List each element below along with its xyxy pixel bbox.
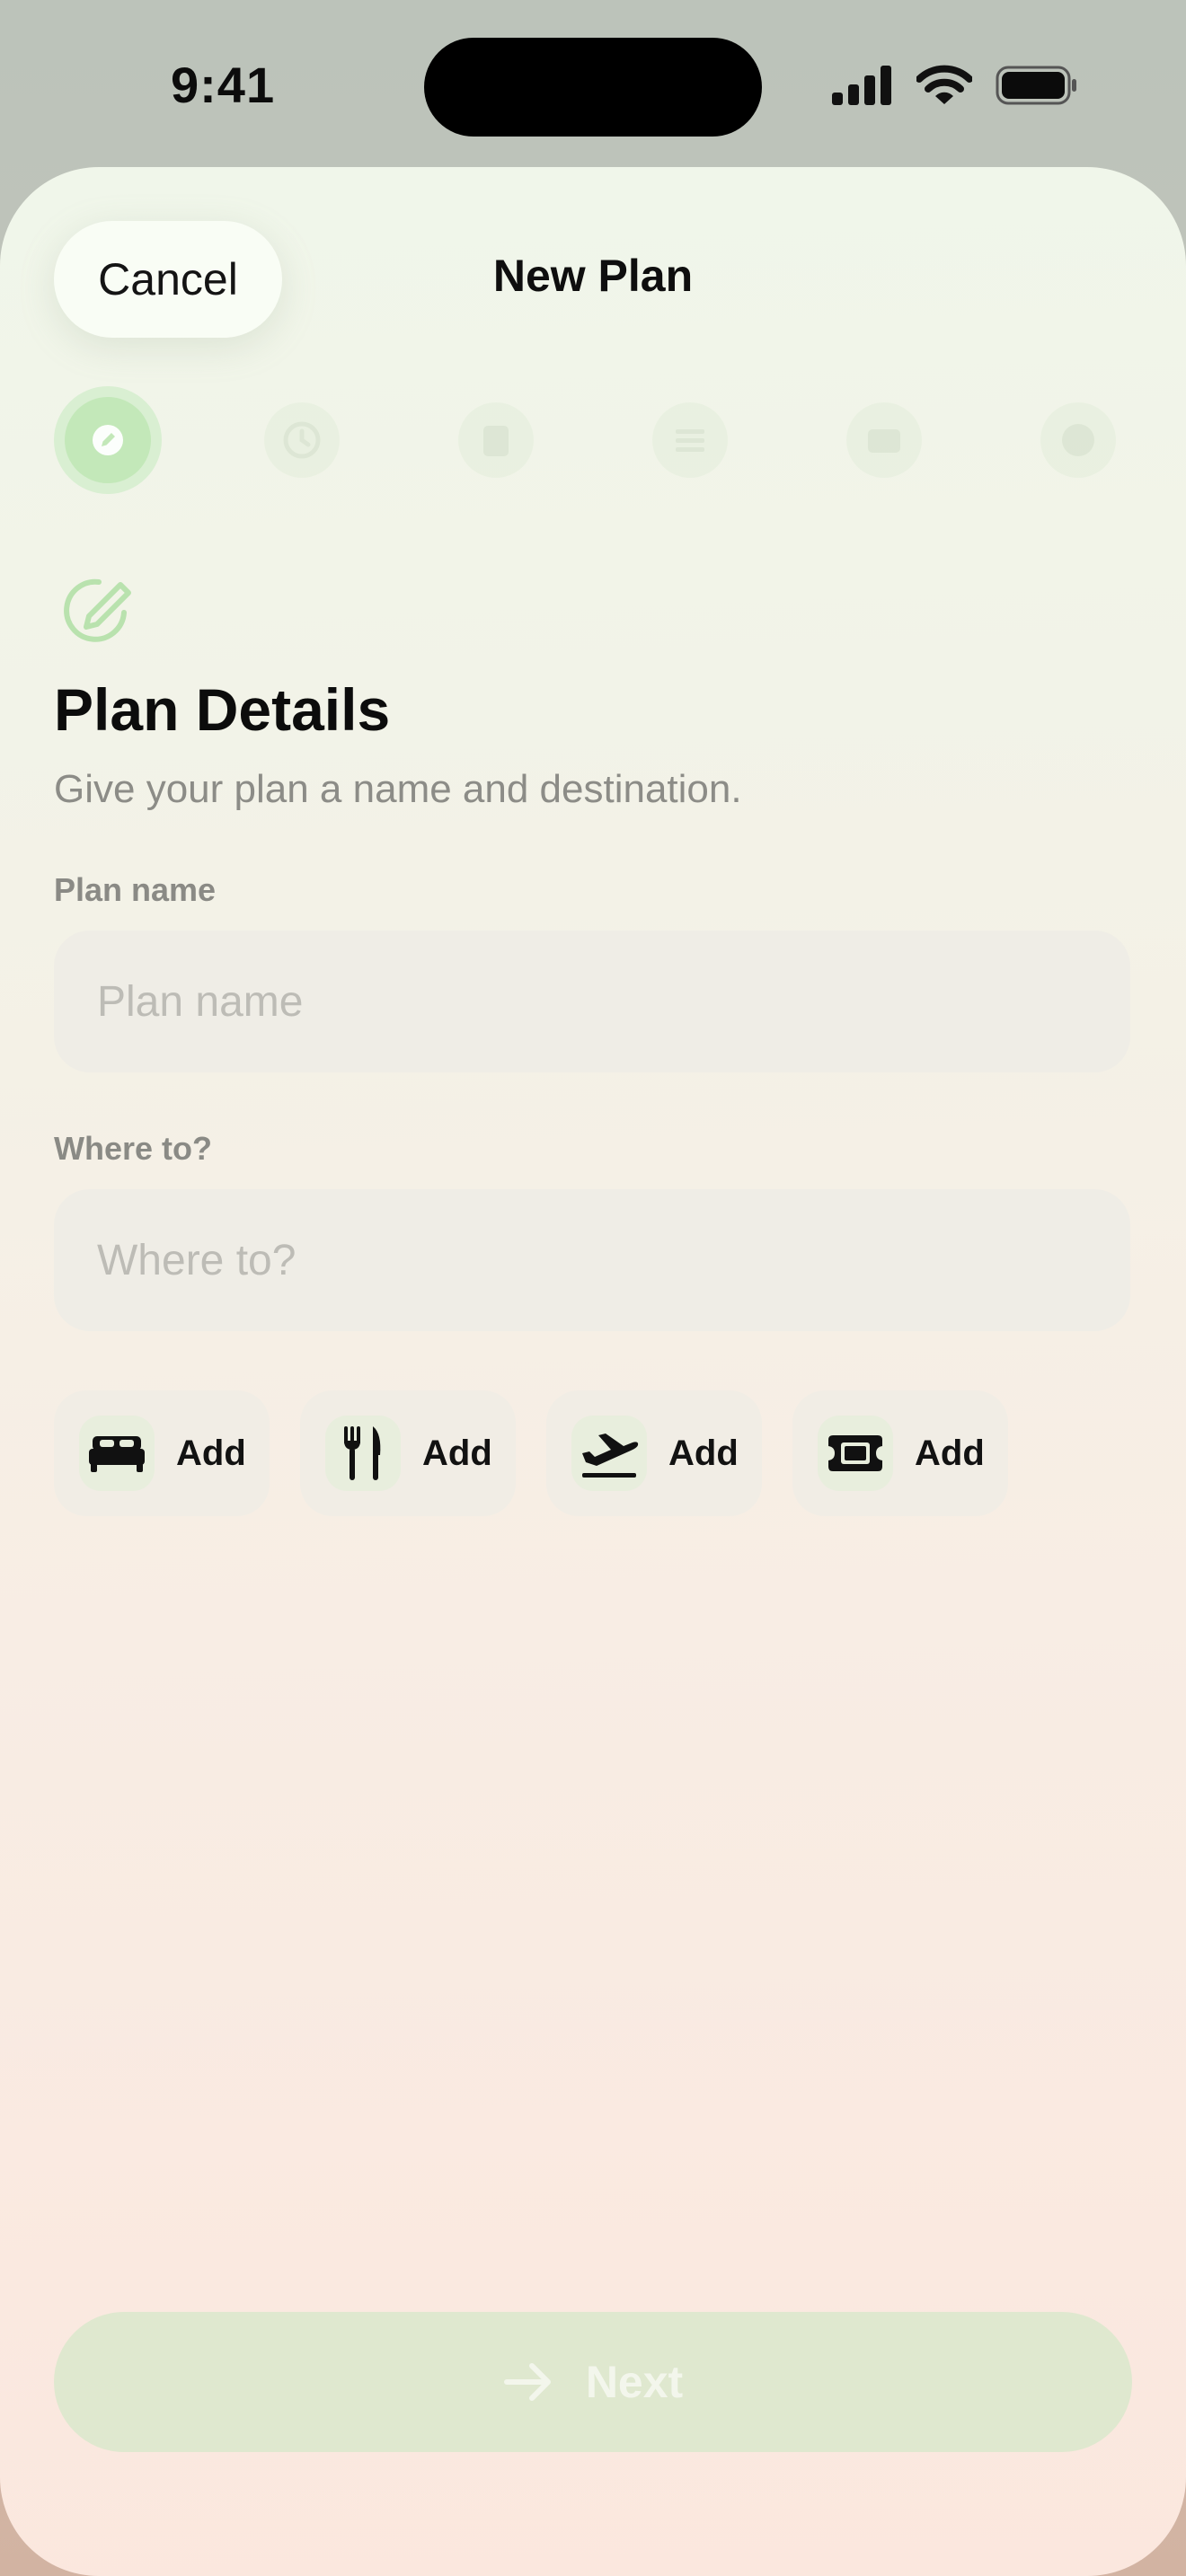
step-budget[interactable] — [830, 386, 938, 494]
add-dining-button[interactable]: Add — [300, 1390, 516, 1516]
next-button[interactable]: Next — [54, 2312, 1132, 2452]
step-checklist[interactable] — [636, 386, 744, 494]
add-flight-button[interactable]: Add — [546, 1390, 762, 1516]
battery-icon — [996, 66, 1076, 105]
checkmark-icon — [1062, 424, 1094, 456]
step-details[interactable] — [54, 386, 162, 494]
ticket-icon — [828, 1435, 882, 1471]
plan-name-input[interactable] — [54, 931, 1130, 1072]
pencil-icon — [93, 425, 123, 455]
cellular-signal-icon — [832, 66, 891, 105]
card-icon — [868, 429, 900, 453]
sheet-title: New Plan — [492, 251, 694, 301]
clock-icon — [283, 421, 321, 459]
status-bar: 9:41 — [0, 0, 1186, 171]
destination-label: Where to? — [54, 1130, 212, 1167]
status-icons — [832, 65, 1078, 106]
add-ticket-button[interactable]: Add — [792, 1390, 1008, 1516]
status-time: 9:41 — [171, 57, 276, 113]
chip-label: Add — [176, 1433, 246, 1473]
step-review[interactable] — [1024, 386, 1132, 494]
chip-label: Add — [915, 1433, 985, 1473]
next-label: Next — [585, 2357, 684, 2407]
airplane-departure-icon — [582, 1434, 639, 1478]
dynamic-island — [424, 38, 762, 137]
chip-label: Add — [422, 1433, 492, 1473]
section-title: Plan Details — [54, 676, 391, 743]
step-schedule[interactable] — [248, 386, 356, 494]
new-plan-sheet: Cancel New Plan Plan Details Give your p… — [0, 167, 1186, 2576]
clipboard-icon — [483, 426, 509, 456]
wifi-icon — [916, 65, 972, 104]
add-lodging-button[interactable]: Add — [54, 1390, 270, 1516]
plan-name-label: Plan name — [54, 871, 217, 908]
destination-input[interactable] — [54, 1189, 1130, 1331]
pencil-circle-icon — [64, 578, 131, 642]
fork-knife-icon — [344, 1426, 381, 1480]
bed-icon — [89, 1436, 145, 1472]
step-notes[interactable] — [442, 386, 550, 494]
chip-label: Add — [668, 1433, 739, 1473]
arrow-right-icon — [503, 2363, 551, 2401]
section-subtitle: Give your plan a name and destination. — [54, 767, 742, 811]
checklist-icon — [676, 429, 704, 452]
step-indicator — [54, 386, 1132, 494]
